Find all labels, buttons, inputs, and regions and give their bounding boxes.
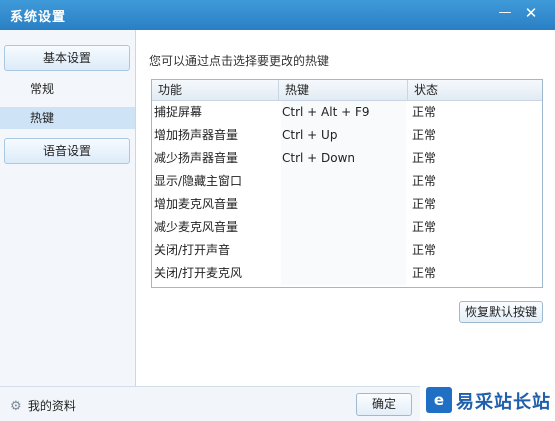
sidebar-item-hotkeys[interactable]: 热键 [0,107,135,129]
restore-defaults-button[interactable]: 恢复默认按键 [459,301,543,323]
status-cell: 正常 [412,128,437,142]
hotkey-field[interactable]: Ctrl + Alt + F9 [281,101,406,124]
table-row[interactable]: 关闭/打开麦克风 正常 [152,262,542,285]
status-cell: 正常 [412,151,437,165]
status-cell: 正常 [412,174,437,188]
function-cell: 增加扬声器音量 [154,128,239,142]
status-cell: 正常 [412,220,437,234]
sidebar-item-general[interactable]: 常规 [0,78,135,100]
gear-icon: ⚙ [10,399,22,414]
table-row[interactable]: 显示/隐藏主窗口 正常 [152,170,542,193]
column-header-hotkey[interactable]: 热键 [279,80,408,101]
table-row[interactable]: 增加麦克风音量 正常 [152,193,542,216]
hotkey-table: 功能 热键 状态 捕捉屏幕 Ctrl + Alt + F9 正常 增加扬声器音量… [151,79,543,288]
hotkey-field[interactable] [281,170,406,193]
function-cell: 减少麦克风音量 [154,220,239,234]
table-row[interactable]: 捕捉屏幕 Ctrl + Alt + F9 正常 [152,101,542,124]
hotkey-field[interactable] [281,262,406,285]
column-header-function[interactable]: 功能 [152,80,279,101]
hotkey-settings-panel: 您可以通过点击选择要更改的热键 功能 热键 状态 捕捉屏幕 Ctrl + Alt… [137,30,555,386]
function-cell: 减少扬声器音量 [154,151,239,165]
my-profile-label: 我的资料 [27,399,76,413]
ok-button[interactable]: 确定 [356,393,412,416]
minimize-icon[interactable]: — [494,3,516,23]
sidebar-group-basic-settings[interactable]: 基本设置 [4,45,130,71]
site-watermark: e 易采站长站 [420,381,555,421]
status-cell: 正常 [412,105,437,119]
hotkey-field[interactable] [281,216,406,239]
watermark-logo-icon: e [426,387,452,413]
hotkey-field[interactable] [281,239,406,262]
hotkey-field[interactable]: Ctrl + Down [281,147,406,170]
function-cell: 关闭/打开麦克风 [154,266,243,280]
title-bar: 系统设置 — ✕ [0,0,555,30]
hotkey-field[interactable] [281,193,406,216]
hint-text: 您可以通过点击选择要更改的热键 [149,54,330,68]
table-row[interactable]: 减少扬声器音量 Ctrl + Down 正常 [152,147,542,170]
table-row[interactable]: 减少麦克风音量 正常 [152,216,542,239]
function-cell: 显示/隐藏主窗口 [154,174,243,188]
table-row[interactable]: 关闭/打开声音 正常 [152,239,542,262]
function-cell: 捕捉屏幕 [154,105,203,119]
my-profile-link[interactable]: ⚙ 我的资料 [10,397,76,414]
watermark-text: 易采站长站 [456,392,551,413]
hotkey-field[interactable]: Ctrl + Up [281,124,406,147]
status-cell: 正常 [412,266,437,280]
window-title: 系统设置 [10,10,67,25]
table-row[interactable]: 增加扬声器音量 Ctrl + Up 正常 [152,124,542,147]
sidebar-group-voice-settings[interactable]: 语音设置 [4,138,130,164]
status-cell: 正常 [412,243,437,257]
close-icon[interactable]: ✕ [520,3,542,23]
table-header: 功能 热键 状态 [152,80,542,101]
function-cell: 关闭/打开声音 [154,243,231,257]
sidebar: 基本设置 常规 热键 语音设置 [0,30,136,386]
function-cell: 增加麦克风音量 [154,197,239,211]
status-cell: 正常 [412,197,437,211]
column-header-status[interactable]: 状态 [408,80,542,101]
